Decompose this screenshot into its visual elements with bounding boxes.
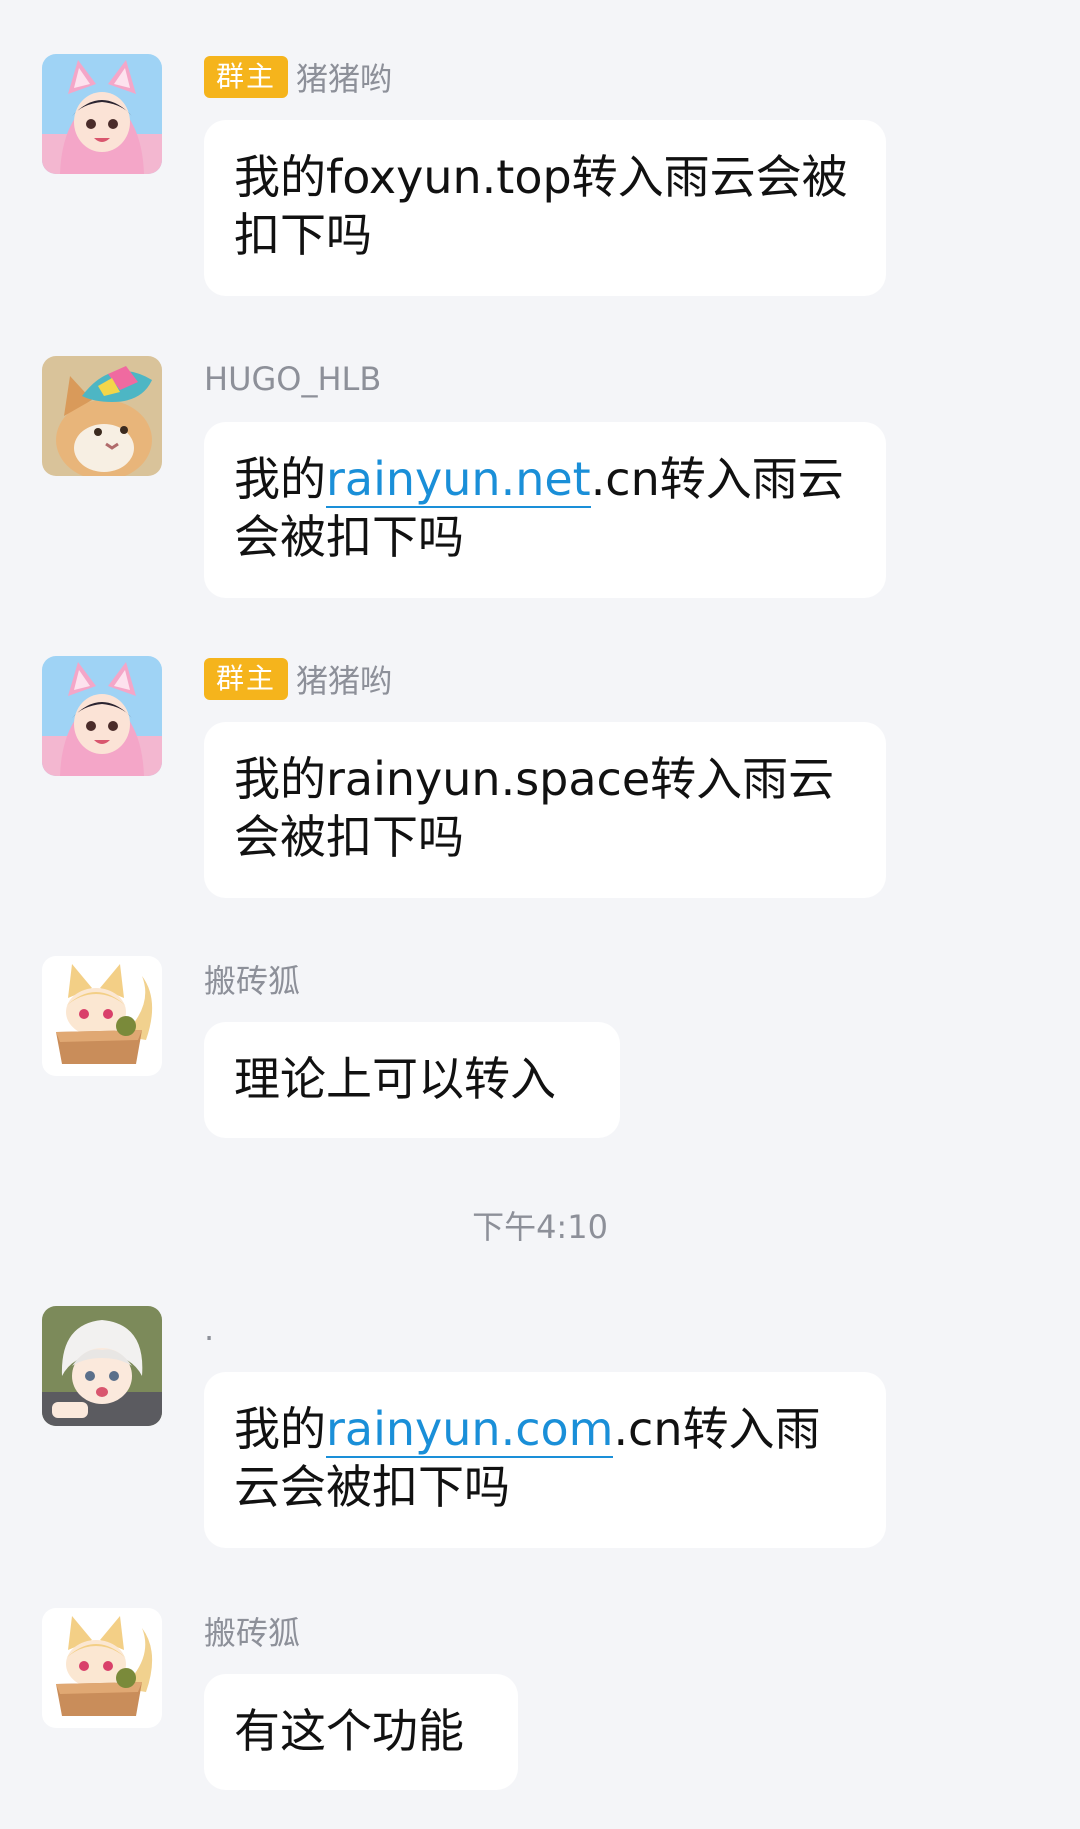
avatar-pink-cat-girl-icon [42,656,162,776]
avatar-pink-cat-girl-icon [42,54,162,174]
message-meta: 搬砖狐 [204,1608,300,1654]
sender-name[interactable]: 猪猪哟 [296,54,392,100]
message-text: 我的rainyun.space转入雨云会被扣下吗 [234,752,835,864]
avatar-fox-in-box-icon [42,1608,162,1728]
message-bubble[interactable]: 我的rainyun.net.cn转入雨云会被扣下吗 [204,422,886,598]
sender-name[interactable]: HUGO_HLB [204,360,381,398]
sender-name[interactable]: . [204,1310,214,1348]
message-meta: 群主 猪猪哟 [204,54,392,100]
owner-badge: 群主 [204,658,289,700]
domain-link[interactable]: rainyun.com [326,1402,614,1458]
message-meta: 群主 猪猪哟 [204,656,392,702]
message-meta: 搬砖狐 [204,956,300,1002]
avatar-white-hair-boy-icon [42,1306,162,1426]
owner-badge: 群主 [204,56,289,98]
message-text: 理论上可以转入 [234,1052,556,1106]
avatar[interactable] [42,956,162,1076]
domain-link[interactable]: rainyun.net [326,452,591,508]
timestamp: 下午4:10 [472,1208,608,1246]
avatar[interactable] [42,1608,162,1728]
avatar[interactable] [42,1306,162,1426]
avatar-fox-in-box-icon [42,956,162,1076]
sender-name[interactable]: 猪猪哟 [296,656,392,702]
sender-name[interactable]: 搬砖狐 [204,956,300,1002]
message-bubble[interactable]: 我的rainyun.com.cn转入雨云会被扣下吗 [204,1372,886,1548]
message-meta: HUGO_HLB [204,356,381,402]
message-bubble[interactable]: 理论上可以转入 [204,1022,620,1138]
avatar[interactable] [42,656,162,776]
message-bubble[interactable]: 我的foxyun.top转入雨云会被扣下吗 [204,120,886,296]
avatar-cat-with-cap-icon [42,356,162,476]
message-meta: . [204,1306,214,1352]
message-text: 有这个功能 [234,1704,464,1758]
message-text: 我的foxyun.top转入雨云会被扣下吗 [234,150,848,262]
message-bubble[interactable]: 有这个功能 [204,1674,518,1790]
message-text: 我的 [234,452,326,506]
message-bubble[interactable]: 我的rainyun.space转入雨云会被扣下吗 [204,722,886,898]
avatar[interactable] [42,54,162,174]
sender-name[interactable]: 搬砖狐 [204,1608,300,1654]
avatar[interactable] [42,356,162,476]
chat-message-list[interactable]: 群主 猪猪哟 我的foxyun.top转入雨云会被扣下吗 HUGO_HLB 我的… [0,0,1080,1829]
message-text: 我的 [234,1402,326,1456]
